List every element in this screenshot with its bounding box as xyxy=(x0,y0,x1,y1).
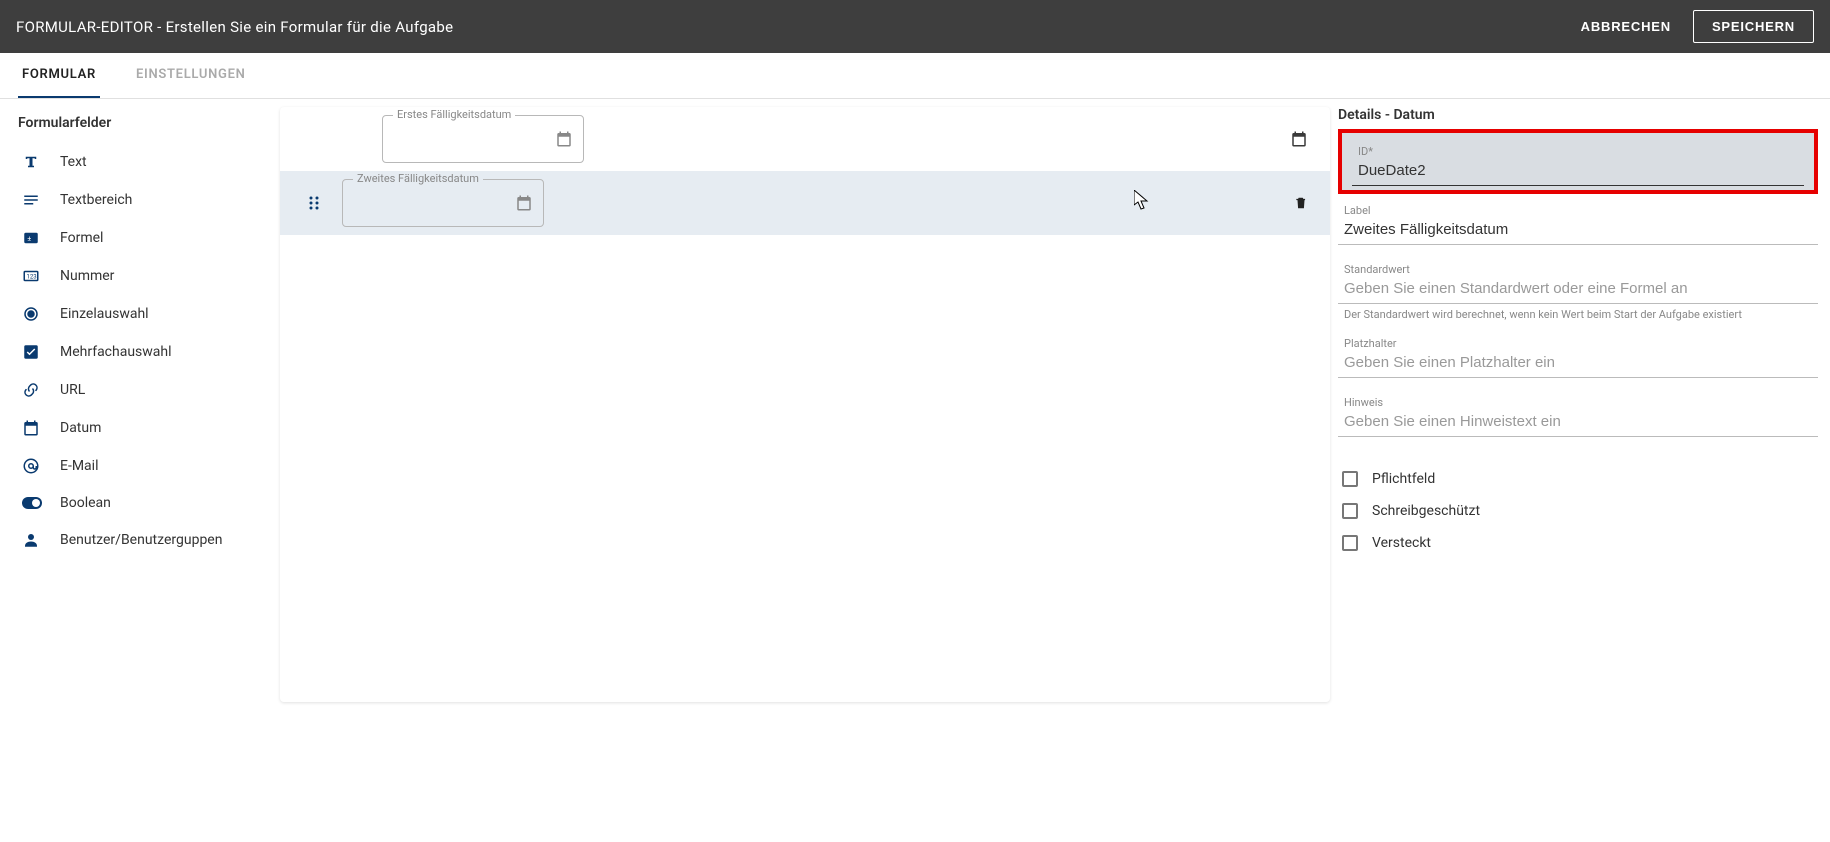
field-type-label: Formel xyxy=(60,230,103,246)
tab-bar: FORMULAR EINSTELLUNGEN xyxy=(0,53,1830,99)
hidden-label: Versteckt xyxy=(1372,535,1431,551)
tab-formular[interactable]: FORMULAR xyxy=(18,53,100,98)
cancel-button[interactable]: ABBRECHEN xyxy=(1567,11,1685,42)
field-type-label: Textbereich xyxy=(60,192,132,208)
field-legend: Zweites Fälligkeitsdatum xyxy=(353,172,483,185)
details-panel: Details - Datum ID* Label Standardwert D… xyxy=(1330,99,1830,710)
id-input[interactable] xyxy=(1352,158,1804,186)
field-type-label: Datum xyxy=(60,420,101,436)
calendar-icon xyxy=(515,194,533,212)
hint-label: Hinweis xyxy=(1338,396,1818,409)
field-type-label: E-Mail xyxy=(60,458,98,474)
field-type-label: URL xyxy=(60,382,85,398)
at-icon xyxy=(22,457,42,475)
form-canvas: ⠿ Erstes Fälligkeitsdatum Zweites Fällig… xyxy=(280,99,1330,710)
form-field-row[interactable]: ⠿ Erstes Fälligkeitsdatum xyxy=(280,107,1330,171)
field-type-label: Mehrfachauswahl xyxy=(60,344,172,360)
field-type-label: Nummer xyxy=(60,268,114,284)
sidebar-title: Formularfelder xyxy=(18,115,262,131)
required-checkbox-row[interactable]: Pflichtfeld xyxy=(1338,463,1818,495)
checkbox-icon[interactable] xyxy=(1342,503,1358,519)
highlighted-id-field: ID* xyxy=(1338,129,1818,194)
field-type-formula[interactable]: ± Formel xyxy=(18,219,262,257)
field-type-checkbox[interactable]: Mehrfachauswahl xyxy=(18,333,262,371)
delete-icon[interactable] xyxy=(1294,194,1308,212)
field-type-label: Text xyxy=(60,154,87,170)
default-label: Standardwert xyxy=(1338,263,1818,276)
field-type-url[interactable]: URL xyxy=(18,371,262,409)
id-label: ID* xyxy=(1352,145,1804,158)
number-icon: 123 xyxy=(22,267,42,285)
field-type-text[interactable]: Text xyxy=(18,143,262,181)
field-type-boolean[interactable]: Boolean xyxy=(18,485,262,521)
radio-icon xyxy=(22,305,42,323)
hint-input[interactable] xyxy=(1338,409,1818,437)
svg-text:±: ± xyxy=(27,234,31,243)
readonly-checkbox-row[interactable]: Schreibgeschützt xyxy=(1338,495,1818,527)
app-header: FORMULAR-EDITOR - Erstellen Sie ein Form… xyxy=(0,0,1830,53)
field-type-date[interactable]: Datum xyxy=(18,409,262,447)
label-input[interactable] xyxy=(1338,217,1818,245)
field-type-textarea[interactable]: Textbereich xyxy=(18,181,262,219)
field-type-number[interactable]: 123 Nummer xyxy=(18,257,262,295)
field-type-label: Einzelauswahl xyxy=(60,306,149,322)
field-type-user[interactable]: Benutzer/Benutzerguppen xyxy=(18,521,262,559)
hidden-checkbox-row[interactable]: Versteckt xyxy=(1338,527,1818,559)
form-field-row[interactable]: Zweites Fälligkeitsdatum xyxy=(280,171,1330,235)
field-type-label: Boolean xyxy=(60,495,111,511)
checkbox-icon xyxy=(22,343,42,361)
checkbox-icon[interactable] xyxy=(1342,471,1358,487)
required-label: Pflichtfeld xyxy=(1372,471,1435,487)
formula-icon: ± xyxy=(22,229,42,247)
field-type-label: Benutzer/Benutzerguppen xyxy=(60,532,222,548)
link-icon xyxy=(22,381,42,399)
default-input[interactable] xyxy=(1338,276,1818,304)
date-input-preview[interactable]: Zweites Fälligkeitsdatum xyxy=(342,179,544,227)
readonly-label: Schreibgeschützt xyxy=(1372,503,1480,519)
default-helper: Der Standardwert wird berechnet, wenn ke… xyxy=(1338,308,1818,321)
field-legend: Erstes Fälligkeitsdatum xyxy=(393,108,515,121)
placeholder-input[interactable] xyxy=(1338,350,1818,378)
text-icon xyxy=(22,153,42,171)
calendar-icon xyxy=(22,419,42,437)
calendar-icon xyxy=(1290,130,1308,148)
person-icon xyxy=(22,531,42,549)
sidebar-field-palette: Formularfelder Text Textbereich ± Formel… xyxy=(0,99,280,710)
checkbox-icon[interactable] xyxy=(1342,535,1358,551)
field-type-radio[interactable]: Einzelauswahl xyxy=(18,295,262,333)
toggle-icon xyxy=(22,497,42,509)
tab-einstellungen[interactable]: EINSTELLUNGEN xyxy=(132,53,250,98)
date-input-preview[interactable]: Erstes Fälligkeitsdatum xyxy=(382,115,584,163)
field-type-email[interactable]: E-Mail xyxy=(18,447,262,485)
header-title: FORMULAR-EDITOR - Erstellen Sie ein Form… xyxy=(16,18,453,36)
textarea-icon xyxy=(22,191,42,209)
details-title: Details - Datum xyxy=(1338,107,1818,123)
save-button[interactable]: SPEICHERN xyxy=(1693,10,1814,43)
drag-handle-icon[interactable] xyxy=(302,195,326,211)
placeholder-label: Platzhalter xyxy=(1338,337,1818,350)
label-label: Label xyxy=(1338,204,1818,217)
calendar-icon xyxy=(555,130,573,148)
svg-text:123: 123 xyxy=(27,273,37,280)
